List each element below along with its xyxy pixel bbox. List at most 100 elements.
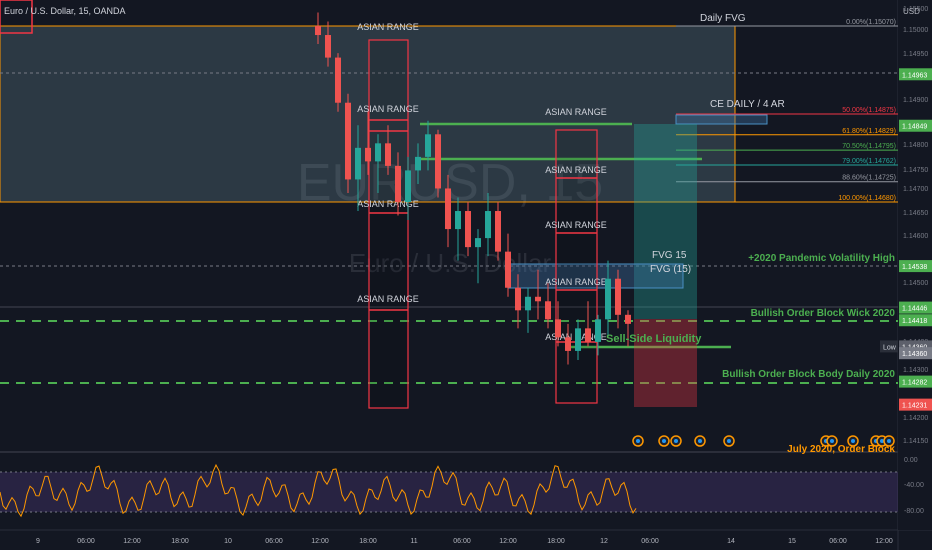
trading-chart[interactable]: EURUSD, 15 Euro / U.S. Dollar Daily FVG …	[0, 0, 932, 550]
low-label: Low	[883, 344, 897, 351]
economic-event-markers[interactable]	[632, 435, 895, 447]
asian-range-label: ASIAN RANGE	[357, 104, 419, 114]
fib-label: 79.00%(1.14762)	[842, 158, 896, 165]
event-marker-dot	[830, 439, 834, 443]
event-marker-dot	[698, 439, 702, 443]
price-tick: 1.14900	[903, 97, 928, 104]
candle-body[interactable]	[495, 211, 501, 252]
candle-body[interactable]	[565, 337, 571, 351]
candle-body[interactable]	[595, 319, 601, 342]
oscillator-band	[0, 472, 898, 512]
time-tick: 15	[788, 538, 796, 545]
candle-body[interactable]	[575, 328, 581, 351]
price-tick: 1.14500	[903, 280, 928, 287]
candle-body[interactable]	[345, 102, 351, 180]
time-tick: 06:00	[265, 538, 283, 545]
candle-body[interactable]	[525, 296, 531, 311]
price-tick: 1.14650	[903, 210, 928, 217]
price-tick: 1.14150	[903, 438, 928, 445]
time-tick: 11	[410, 538, 417, 545]
fvg15-label: FVG 15	[652, 250, 687, 261]
asian-range-label: ASIAN RANGE	[545, 220, 607, 230]
bullish-ob-wick-label: Bullish Order Block Wick 2020	[751, 308, 896, 319]
candle-body[interactable]	[425, 134, 431, 157]
time-tick: 12	[600, 538, 608, 545]
price-tag-label: 1.14849	[902, 124, 927, 131]
candle-body[interactable]	[605, 278, 611, 320]
candle-body[interactable]	[395, 165, 401, 202]
candle-body[interactable]	[535, 296, 541, 302]
candle-body[interactable]	[515, 287, 521, 311]
candle-body[interactable]	[355, 147, 361, 180]
price-tick: 1.14600	[903, 233, 928, 240]
event-marker-dot	[636, 439, 640, 443]
candle-body[interactable]	[415, 156, 421, 171]
fib-label: 50.00%(1.14875)	[842, 107, 896, 114]
fvg15-label-2: FVG (15)	[650, 264, 691, 275]
candle-body[interactable]	[455, 211, 461, 230]
price-tag-label: 1.14360	[902, 351, 927, 358]
fib-label: 70.50%(1.14795)	[842, 143, 896, 150]
fib-label: 0.00%(1.15070)	[846, 19, 896, 26]
candle-body[interactable]	[615, 278, 621, 315]
time-tick: 18:00	[547, 538, 565, 545]
time-tick: 18:00	[359, 538, 377, 545]
fib-label: 88.60%(1.14725)	[842, 175, 896, 182]
ce-daily-label: CE DAILY / 4 AR	[710, 99, 785, 110]
price-tick: 1.14950	[903, 51, 928, 58]
time-tick: 06:00	[829, 538, 847, 545]
time-tick: 06:00	[641, 538, 659, 545]
candle-body[interactable]	[625, 314, 631, 324]
candle-body[interactable]	[505, 251, 511, 288]
price-tag-label: 1.14538	[902, 264, 927, 271]
candle-body[interactable]	[325, 35, 331, 58]
price-tick: 1.14750	[903, 167, 928, 174]
price-tick: 1.14300	[903, 367, 928, 374]
candle-body[interactable]	[435, 134, 441, 189]
candle-body[interactable]	[365, 147, 371, 162]
price-tag-label: 1.14231	[902, 403, 927, 410]
price-tick: 1.15000	[903, 27, 928, 34]
candle-body[interactable]	[585, 328, 591, 342]
chart-canvas[interactable]: EURUSD, 15 Euro / U.S. Dollar Daily FVG …	[0, 0, 932, 550]
event-marker-dot	[887, 439, 891, 443]
time-axis[interactable]: 9 06:00 12:00 18:00 10 06:00 12:00 18:00 11 06:00…	[36, 538, 893, 545]
price-tag-label: 1.14446	[902, 306, 927, 313]
time-tick: 18:00	[171, 538, 189, 545]
candle-body[interactable]	[465, 211, 471, 248]
time-tick: 14	[727, 538, 735, 545]
ce-daily-box[interactable]	[675, 114, 768, 125]
candle-body[interactable]	[385, 143, 391, 166]
position-profit-zone[interactable]	[634, 124, 697, 319]
candle-body[interactable]	[545, 301, 551, 320]
osc-tick: -40.00	[904, 482, 924, 489]
time-tick: 06:00	[453, 538, 471, 545]
symbol-title: Euro / U.S. Dollar, 15, OANDA	[4, 6, 126, 16]
candle-body[interactable]	[475, 238, 481, 248]
candle-body[interactable]	[315, 26, 321, 36]
time-tick: 12:00	[875, 538, 893, 545]
asian-range-label: ASIAN RANGE	[545, 165, 607, 175]
osc-tick: 0.00	[904, 457, 918, 464]
osc-tick: -80.00	[904, 508, 924, 515]
fib-label: 100.00%(1.14680)	[838, 195, 896, 202]
event-marker-dot	[674, 439, 678, 443]
currency-label: USD	[903, 7, 920, 16]
candle-body[interactable]	[405, 170, 411, 202]
event-marker-dot	[727, 439, 731, 443]
time-tick: 12:00	[311, 538, 329, 545]
asian-range-box[interactable]	[368, 39, 409, 409]
candle-body[interactable]	[375, 143, 381, 162]
time-tick: 9	[36, 538, 40, 545]
candle-body[interactable]	[485, 211, 491, 239]
candle-body[interactable]	[335, 57, 341, 103]
candle-body[interactable]	[555, 319, 561, 338]
event-marker-dot	[851, 439, 855, 443]
price-tick: 1.14800	[903, 142, 928, 149]
price-tag-label: 1.14282	[902, 380, 927, 387]
time-tick: 10	[224, 538, 232, 545]
pandemic-high-label: +2020 Pandemic Volatility High	[748, 253, 895, 264]
time-tick: 12:00	[499, 538, 517, 545]
candle-body[interactable]	[445, 188, 451, 230]
asian-range-label: ASIAN RANGE	[357, 22, 419, 32]
